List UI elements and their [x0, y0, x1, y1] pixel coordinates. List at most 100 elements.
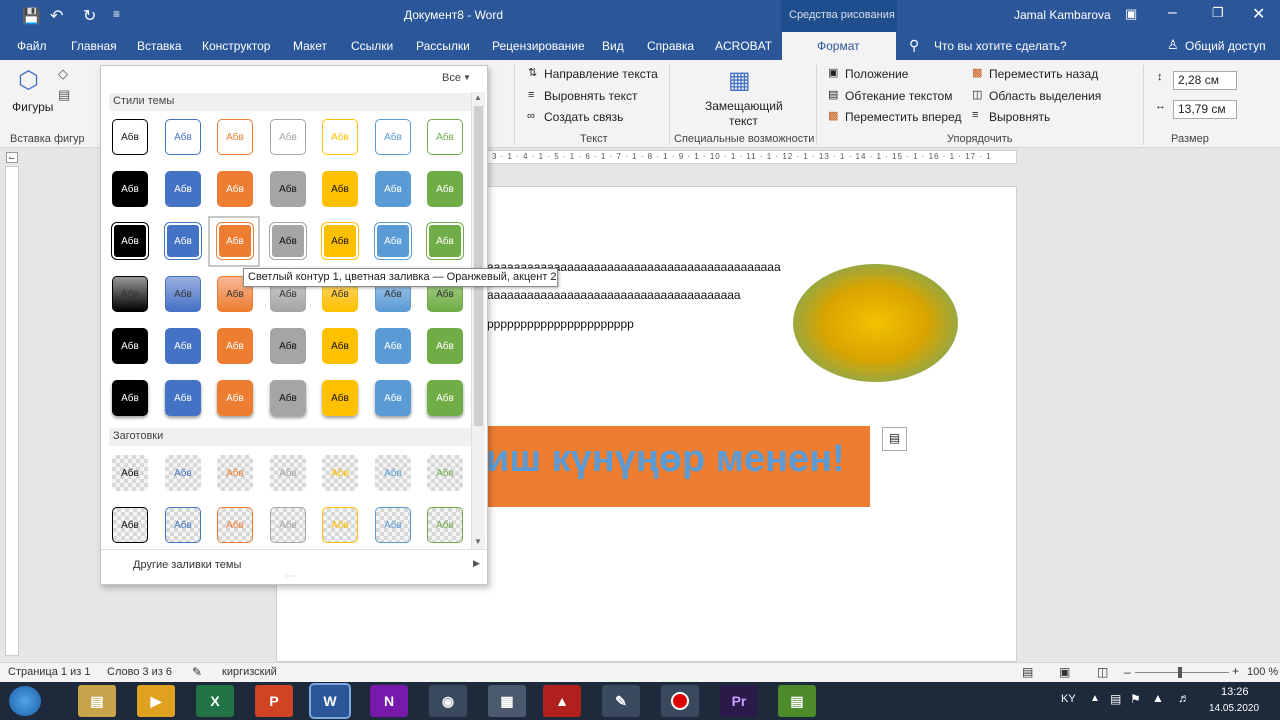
tray-expand-icon[interactable]: ▲ — [1090, 693, 1100, 704]
close-icon[interactable]: ✕ — [1252, 4, 1265, 24]
tab-mailings[interactable]: Рассылки — [416, 39, 470, 53]
share-button[interactable]: Общий доступ — [1185, 39, 1266, 53]
resize-grip-icon[interactable]: ⋯ — [285, 571, 295, 582]
style-swatch[interactable]: Абв — [112, 171, 148, 207]
style-swatch[interactable]: Абв — [322, 507, 358, 543]
customize-qat-icon[interactable]: ≡ — [113, 7, 120, 21]
zoom-in-icon[interactable]: + — [1232, 664, 1239, 678]
style-swatch[interactable]: Абв — [165, 455, 201, 491]
style-swatch[interactable]: Абв — [427, 328, 463, 364]
filter-dropdown[interactable]: Все — [442, 72, 461, 84]
style-swatch[interactable]: Абв — [427, 507, 463, 543]
print-layout-icon[interactable]: ▣ — [1059, 665, 1070, 679]
height-input[interactable]: 2,28 см — [1173, 71, 1237, 90]
style-swatch[interactable]: Абв — [270, 328, 306, 364]
word-count[interactable]: Слово 3 из 6 — [107, 666, 172, 678]
style-swatch[interactable]: Абв — [112, 276, 148, 312]
style-swatch[interactable]: Абв — [217, 328, 253, 364]
tab-home[interactable]: Главная — [71, 39, 117, 53]
style-swatch[interactable]: Абв — [270, 380, 306, 416]
style-swatch[interactable]: Абв — [217, 119, 253, 155]
ribbon-display-icon[interactable]: ▣ — [1125, 6, 1137, 22]
style-swatch[interactable]: Абв — [112, 380, 148, 416]
width-input[interactable]: 13,79 см — [1173, 100, 1237, 119]
undo-icon[interactable]: ↶ — [50, 6, 63, 26]
minimize-icon[interactable]: – — [1168, 4, 1177, 22]
position-button[interactable]: Положение — [845, 67, 908, 81]
zoom-slider[interactable] — [1135, 672, 1229, 673]
clock-time[interactable]: 13:26 — [1221, 686, 1249, 698]
clock-date[interactable]: 14.05.2020 — [1209, 703, 1259, 714]
style-swatch[interactable]: Абв — [322, 328, 358, 364]
read-mode-icon[interactable]: ▤ — [1022, 665, 1033, 679]
style-swatch[interactable]: Абв — [270, 223, 306, 259]
redo-icon[interactable]: ↻ — [83, 6, 96, 26]
document-line-3[interactable]: рррррррррррррррррррррр — [487, 317, 634, 331]
style-swatch[interactable]: Абв — [375, 380, 411, 416]
alt-text-button[interactable]: Замещающий — [705, 99, 783, 113]
proofing-icon[interactable]: ✎ — [192, 665, 202, 679]
style-swatch[interactable]: Абв — [322, 380, 358, 416]
style-swatch[interactable]: Абв — [270, 171, 306, 207]
acrobat-icon[interactable]: ▲ — [543, 685, 581, 717]
powerpoint-icon[interactable]: P — [255, 685, 293, 717]
tab-design[interactable]: Конструктор — [202, 39, 270, 53]
send-backward-button[interactable]: Переместить назад — [989, 67, 1098, 81]
start-button[interactable] — [9, 686, 41, 716]
user-name[interactable]: Jamal Kambarova — [1014, 8, 1111, 22]
style-swatch[interactable]: Абв — [427, 223, 463, 259]
wrap-text-button[interactable]: Обтекание текстом — [845, 89, 952, 103]
input-language[interactable]: KY — [1061, 693, 1076, 705]
style-swatch[interactable]: Абв — [217, 507, 253, 543]
align-button[interactable]: Выровнять — [989, 110, 1050, 124]
style-swatch[interactable]: Абв — [217, 380, 253, 416]
alt-text-icon[interactable]: ▦ — [728, 66, 751, 95]
word-icon[interactable]: W — [309, 683, 351, 719]
text-box-icon[interactable]: ▤ — [58, 87, 70, 103]
style-swatch[interactable]: Абв — [165, 507, 201, 543]
tulips-image[interactable] — [793, 264, 958, 382]
tab-view[interactable]: Вид — [602, 39, 624, 53]
tab-review[interactable]: Рецензирование — [492, 39, 585, 53]
edit-shape-icon[interactable]: ◇ — [58, 66, 68, 82]
text-direction-button[interactable]: Направление текста — [544, 67, 658, 81]
style-swatch[interactable]: Абв — [217, 171, 253, 207]
calculator-icon[interactable]: ▦ — [488, 685, 526, 717]
bring-forward-button[interactable]: Переместить вперед — [845, 110, 961, 124]
style-swatch[interactable]: Абв — [427, 119, 463, 155]
style-swatch[interactable]: Абв — [217, 455, 253, 491]
style-swatch[interactable]: Абв — [375, 455, 411, 491]
style-swatch[interactable]: Абв — [165, 276, 201, 312]
style-swatch[interactable]: Абв — [165, 119, 201, 155]
style-swatch[interactable]: Абв — [270, 119, 306, 155]
alt-text-button-line2[interactable]: текст — [729, 114, 758, 128]
style-swatch[interactable]: Абв — [322, 455, 358, 491]
align-text-button[interactable]: Выровнять текст — [544, 89, 637, 103]
style-swatch[interactable]: Абв — [270, 507, 306, 543]
style-swatch[interactable]: Абв — [322, 223, 358, 259]
style-swatch[interactable]: Абв — [375, 223, 411, 259]
zoom-slider-thumb[interactable] — [1178, 667, 1182, 678]
style-swatch[interactable]: Абв — [112, 119, 148, 155]
layout-options-icon[interactable]: ▤ — [882, 427, 907, 451]
style-swatch[interactable]: Абв — [165, 328, 201, 364]
tab-layout[interactable]: Макет — [293, 39, 327, 53]
style-swatch[interactable]: Абв — [112, 507, 148, 543]
wordart-banner[interactable]: иш күнүңөр менен! — [486, 426, 870, 507]
flag-icon[interactable]: ⚑ — [1130, 692, 1141, 706]
zoom-level[interactable]: 100 % — [1247, 666, 1278, 678]
document-line-2[interactable]: аааааааааааааааааааааааааааааааааааааа — [487, 288, 741, 302]
create-link-button[interactable]: Создать связь — [544, 110, 623, 124]
shapes-button[interactable]: Фигуры — [12, 100, 53, 114]
excel-icon[interactable]: X — [196, 685, 234, 717]
tab-help[interactable]: Справка — [647, 39, 694, 53]
media-player-icon[interactable]: ▶ — [137, 685, 175, 717]
more-theme-fills-item[interactable]: Другие заливки темы — [133, 559, 241, 571]
style-swatch[interactable]: Абв — [112, 223, 148, 259]
tab-selector[interactable]: ⌙ — [6, 152, 18, 163]
language-indicator[interactable]: киргизский — [222, 666, 277, 678]
shapes-icon[interactable]: ⬡ — [18, 66, 39, 95]
scroll-down-icon[interactable]: ▼ — [474, 537, 482, 546]
gallery-scrollbar[interactable]: ▲ ▼ — [471, 92, 485, 550]
tab-format[interactable]: Формат — [782, 32, 896, 60]
